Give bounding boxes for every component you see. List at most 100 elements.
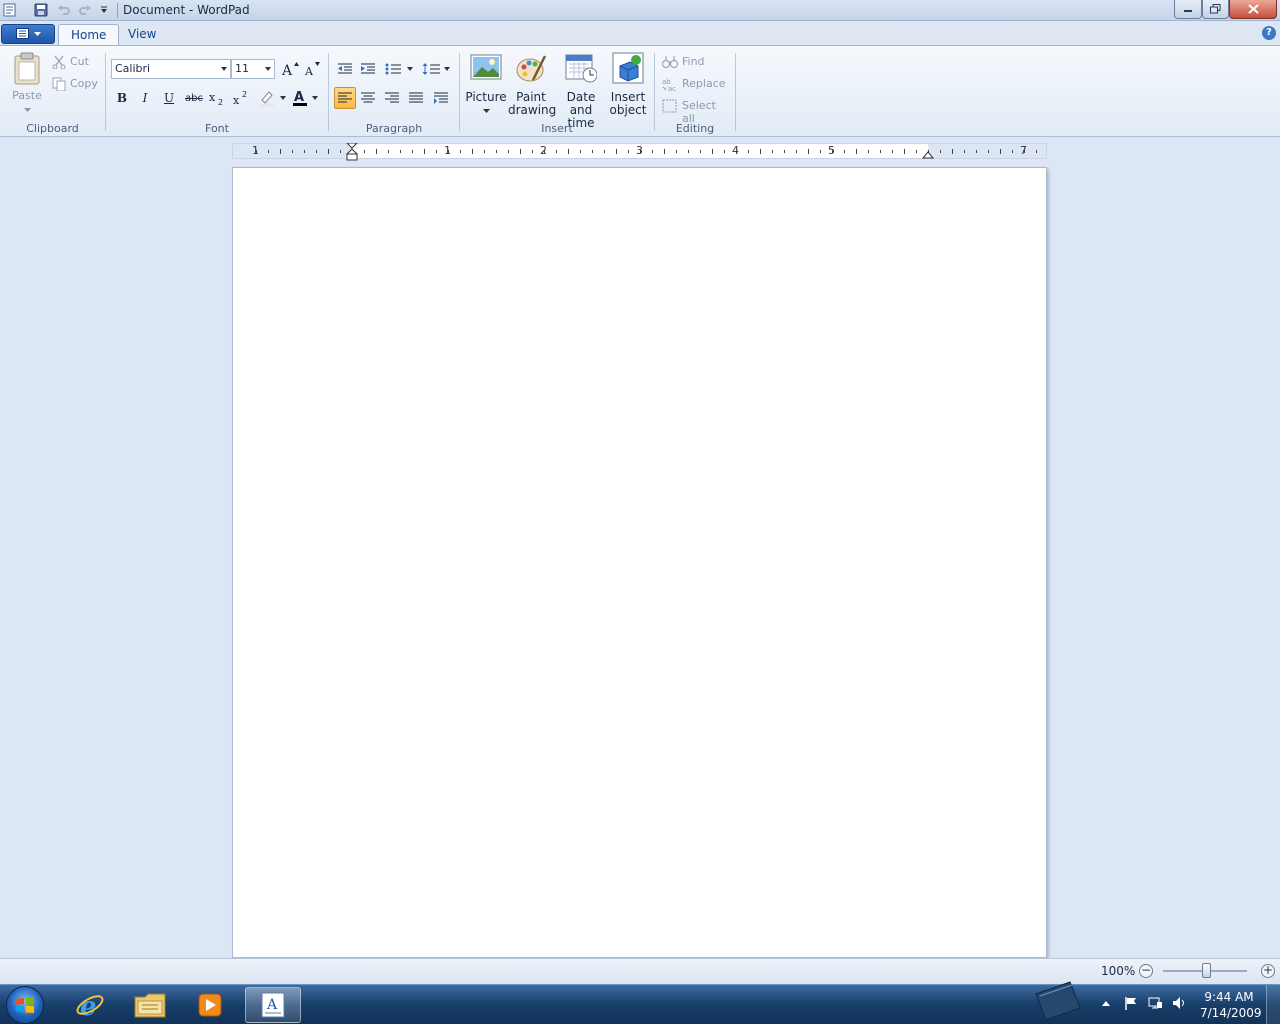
underline-button[interactable]: U — [158, 87, 180, 109]
insert-object-button[interactable]: Insert object — [608, 52, 648, 117]
zoom-in-button[interactable]: + — [1261, 964, 1275, 978]
chevron-down-icon — [265, 67, 271, 71]
group-separator — [654, 53, 655, 131]
taskbar-wordpad[interactable]: A — [245, 987, 301, 1023]
undo-icon[interactable] — [55, 2, 73, 18]
ruler-tick — [604, 150, 605, 153]
grow-font-button[interactable]: A — [279, 58, 301, 80]
chevron-down-icon — [23, 108, 31, 112]
tab-home[interactable]: Home — [58, 24, 120, 46]
strikethrough-button[interactable]: abc — [182, 87, 206, 109]
paragraph-dialog-button[interactable] — [430, 87, 452, 109]
insert-group-label: Insert — [541, 122, 573, 135]
close-button[interactable] — [1229, 0, 1277, 19]
taskbar-windows-explorer[interactable] — [122, 987, 178, 1023]
font-size-select[interactable]: 11 — [231, 59, 275, 79]
bold-button[interactable]: B — [111, 87, 133, 109]
left-indent-marker-icon[interactable] — [346, 143, 358, 161]
ruler-tick — [364, 150, 365, 153]
justify-button[interactable] — [405, 87, 427, 109]
ruler-tick — [940, 150, 941, 153]
taskbar-media-player[interactable] — [182, 987, 238, 1023]
align-right-button[interactable] — [381, 87, 403, 109]
copy-button[interactable]: Copy — [52, 76, 102, 94]
network-icon[interactable] — [1148, 996, 1162, 1010]
svg-text:ac: ac — [668, 85, 676, 91]
ruler-tick — [508, 150, 509, 153]
zoom-out-button[interactable]: − — [1139, 964, 1153, 978]
copy-icon — [52, 77, 66, 91]
show-hidden-icons-icon[interactable] — [1101, 996, 1111, 1010]
svg-text:A: A — [304, 65, 314, 77]
find-button[interactable]: Find — [662, 54, 732, 72]
cut-button[interactable]: Cut — [52, 54, 102, 72]
paragraph-group-label: Paragraph — [365, 122, 423, 135]
paint-drawing-button[interactable]: Paint drawing — [508, 52, 556, 117]
show-desktop-button[interactable] — [1266, 985, 1280, 1024]
date-time-button[interactable]: Date and time — [556, 52, 606, 130]
subscript-button[interactable]: x2 — [206, 87, 228, 109]
paint-palette-icon — [516, 55, 547, 82]
tab-view[interactable]: View — [116, 24, 168, 46]
ruler-tick — [460, 150, 461, 153]
restore-button[interactable] — [1202, 0, 1229, 19]
font-family-select[interactable]: Calibri — [111, 59, 231, 79]
save-icon[interactable] — [32, 2, 50, 18]
customize-qat-icon[interactable] — [95, 2, 113, 18]
ruler-tick — [652, 150, 653, 153]
align-center-button[interactable] — [357, 87, 379, 109]
tray-clock[interactable]: 9:44 AM 7/14/2009 — [1200, 989, 1262, 1021]
volume-icon[interactable] — [1172, 996, 1186, 1010]
find-label: Find — [682, 55, 705, 68]
decrease-indent-icon — [338, 63, 352, 74]
right-indent-marker-icon[interactable] — [922, 149, 934, 159]
chevron-down-icon — [33, 31, 41, 36]
ribbon: Paste Cut Copy Clipboard Calibri 11 A A … — [0, 45, 1280, 137]
start-button[interactable] — [6, 986, 44, 1024]
redo-icon[interactable] — [76, 2, 94, 18]
svg-text:A: A — [281, 63, 293, 77]
list-button[interactable] — [382, 58, 416, 80]
ruler[interactable]: 1 1 2 3 4 5 7 — [232, 143, 1047, 161]
highlight-color-button[interactable] — [256, 87, 290, 109]
superscript-button[interactable]: x2 — [230, 87, 252, 109]
select-all-icon — [662, 99, 677, 113]
picture-button[interactable]: Picture — [465, 52, 507, 117]
wordpad-icon: A — [261, 992, 285, 1018]
group-separator — [328, 53, 329, 131]
ruler-tick — [472, 149, 473, 154]
help-button[interactable]: ? — [1262, 26, 1276, 40]
ruler-tick — [532, 150, 533, 153]
align-left-button[interactable] — [334, 87, 356, 109]
select-all-button[interactable]: Select all — [662, 98, 732, 125]
ruler-tick — [748, 150, 749, 153]
shrink-font-button[interactable]: A — [301, 58, 323, 80]
ribbon-tab-row — [0, 22, 1280, 46]
document-page[interactable] — [232, 167, 1047, 958]
ruler-tick — [520, 149, 521, 154]
grow-font-icon: A — [281, 62, 299, 77]
ruler-tick — [784, 150, 785, 153]
svg-text:2: 2 — [218, 98, 223, 106]
increase-indent-button[interactable] — [357, 58, 379, 80]
line-spacing-button[interactable] — [420, 58, 454, 80]
wordpad-app-icon[interactable] — [1, 2, 19, 18]
ruler-number: 2 — [540, 144, 547, 157]
italic-button[interactable]: I — [134, 87, 156, 109]
taskbar-internet-explorer[interactable]: e — [62, 987, 118, 1023]
application-menu-button[interactable] — [1, 24, 55, 44]
ruler-tick — [400, 150, 401, 153]
minimize-button[interactable] — [1174, 0, 1202, 19]
ruler-tick — [712, 149, 713, 154]
font-group-label: Font — [205, 122, 229, 135]
replace-button[interactable]: ab ac Replace — [662, 76, 732, 94]
ruler-tick — [760, 149, 761, 154]
decrease-indent-button[interactable] — [334, 58, 356, 80]
text-color-button[interactable]: A — [290, 87, 322, 109]
internet-explorer-icon: e — [76, 992, 104, 1020]
paste-button[interactable]: Paste — [8, 52, 46, 114]
zoom-slider-thumb[interactable] — [1202, 963, 1211, 978]
justify-icon — [409, 92, 423, 103]
action-center-flag-icon[interactable] — [1124, 996, 1138, 1010]
subscript-icon: x2 — [209, 91, 223, 106]
